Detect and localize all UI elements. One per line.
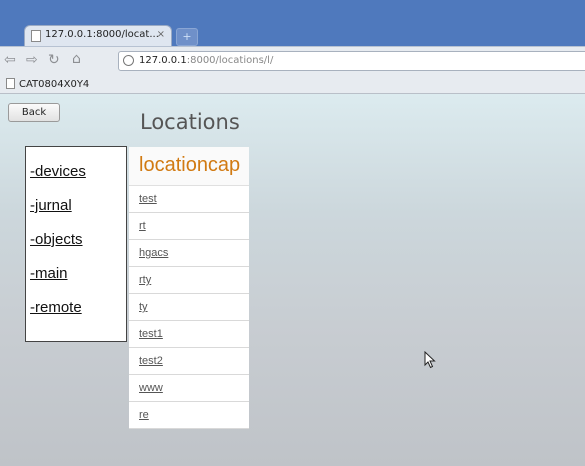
list-item: www xyxy=(129,375,249,402)
bookmark-item[interactable]: CAT0804X0Y4 xyxy=(6,78,89,90)
back-arrow-icon[interactable]: ⇦ xyxy=(4,52,16,68)
reload-icon[interactable]: ↻ xyxy=(48,52,60,68)
list-item: rty xyxy=(129,267,249,294)
page-viewport: Back Locations -devices -jurnal -objects… xyxy=(0,94,585,466)
list-item: test2 xyxy=(129,348,249,375)
new-tab-button[interactable]: + xyxy=(176,28,198,46)
close-icon[interactable]: × xyxy=(157,29,165,40)
menu-link-objects[interactable]: -objects xyxy=(30,231,83,248)
browser-tab[interactable]: 127.0.0.1:8000/locat... × xyxy=(24,25,172,47)
location-link[interactable]: hgacs xyxy=(139,247,168,259)
list-item: test xyxy=(129,186,249,213)
page-icon xyxy=(31,30,41,42)
url-host: 127.0.0.1 xyxy=(139,55,187,66)
mouse-cursor-icon xyxy=(424,351,436,369)
page-title: Locations xyxy=(140,110,240,134)
bookmark-label: CAT0804X0Y4 xyxy=(19,79,90,90)
location-link[interactable]: rt xyxy=(139,220,146,232)
page-icon xyxy=(6,78,15,89)
menu-link-jurnal[interactable]: -jurnal xyxy=(30,197,72,214)
location-link[interactable]: www xyxy=(139,382,163,394)
locations-list: locationcap test rt hgacs rty ty test1 t… xyxy=(129,147,249,429)
url-path: :8000/locations/l/ xyxy=(186,55,274,66)
list-item: hgacs xyxy=(129,240,249,267)
address-bar[interactable]: 127.0.0.1:8000/locations/l/ xyxy=(118,51,585,71)
list-item: rt xyxy=(129,213,249,240)
globe-icon xyxy=(123,55,134,66)
menu-link-devices[interactable]: -devices xyxy=(30,163,86,180)
list-item: re xyxy=(129,402,249,429)
bookmarks-bar: CAT0804X0Y4 xyxy=(0,76,585,94)
list-header: locationcap xyxy=(129,147,249,186)
home-icon[interactable]: ⌂ xyxy=(72,51,81,67)
list-item: test1 xyxy=(129,321,249,348)
location-link[interactable]: test2 xyxy=(139,355,163,367)
forward-arrow-icon[interactable]: ⇨ xyxy=(26,52,38,68)
location-link[interactable]: re xyxy=(139,409,149,421)
menu-link-main[interactable]: -main xyxy=(30,265,68,282)
side-menu: -devices -jurnal -objects -main -remote xyxy=(25,146,127,342)
menu-link-remote[interactable]: -remote xyxy=(30,299,82,316)
location-link[interactable]: rty xyxy=(139,274,151,286)
list-item: ty xyxy=(129,294,249,321)
tab-title: 127.0.0.1:8000/locat... xyxy=(45,29,159,40)
back-button[interactable]: Back xyxy=(8,103,60,122)
location-link[interactable]: test1 xyxy=(139,328,163,340)
location-link[interactable]: test xyxy=(139,193,157,205)
location-link[interactable]: ty xyxy=(139,301,148,313)
